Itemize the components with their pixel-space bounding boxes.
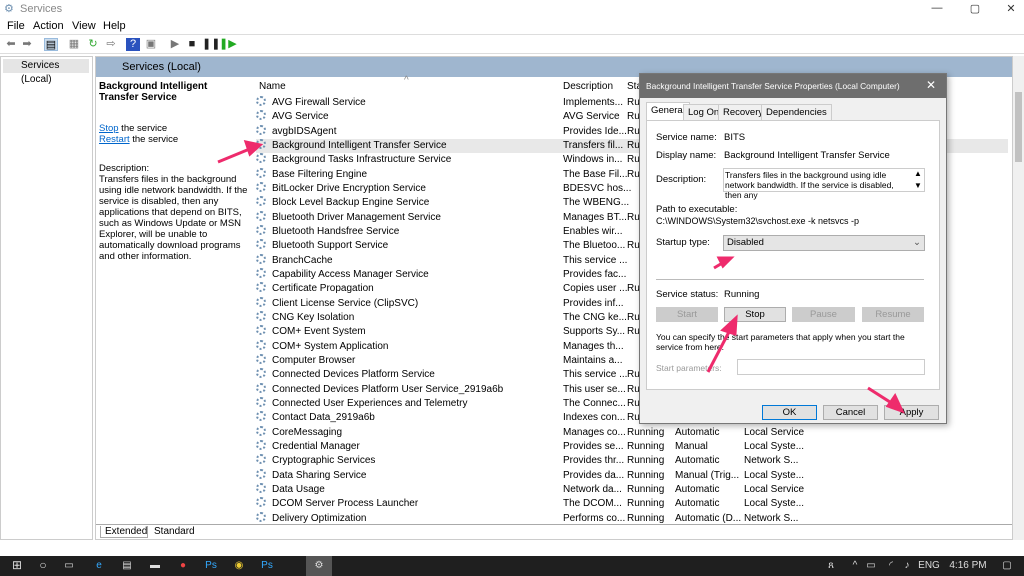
chrome-icon[interactable]: ◉ bbox=[230, 560, 248, 571]
arrow-to-bits bbox=[217, 146, 253, 164]
services-taskbar-icon[interactable]: ⚙ bbox=[306, 556, 332, 576]
annotation-arrows bbox=[217, 139, 905, 414]
arrowhead bbox=[885, 393, 905, 414]
people-icon[interactable]: ጸ bbox=[822, 560, 840, 571]
app-icon[interactable]: ● bbox=[174, 560, 192, 571]
taskbar: ⊞ ○ ▭ e ▤ ▬ ● Ps ◉ Ps ⚙ ጸ ^ ▭ ◜ ♪ ENG 4:… bbox=[0, 556, 1024, 576]
photoshop-icon[interactable]: Ps bbox=[202, 560, 220, 571]
arrow-to-stop bbox=[706, 329, 732, 373]
task-view-icon[interactable]: ▭ bbox=[60, 560, 78, 571]
language-indicator[interactable]: ENG bbox=[916, 560, 942, 571]
windows-start-icon[interactable]: ⊞ bbox=[8, 558, 26, 572]
store-icon[interactable]: ▤ bbox=[118, 560, 136, 571]
arrowhead bbox=[243, 139, 264, 157]
edge-icon[interactable]: e bbox=[90, 560, 108, 571]
explorer-icon[interactable]: ▬ bbox=[146, 560, 164, 571]
search-icon[interactable]: ○ bbox=[34, 558, 52, 572]
clock[interactable]: 4:16 PM bbox=[946, 560, 990, 571]
volume-icon[interactable]: ♪ bbox=[898, 560, 916, 571]
arrowhead bbox=[716, 256, 735, 269]
arrowhead bbox=[720, 314, 738, 337]
photoshop-icon-2[interactable]: Ps bbox=[258, 560, 276, 571]
notifications-icon[interactable]: ▢ bbox=[998, 560, 1016, 571]
battery-icon[interactable]: ▭ bbox=[862, 560, 880, 571]
